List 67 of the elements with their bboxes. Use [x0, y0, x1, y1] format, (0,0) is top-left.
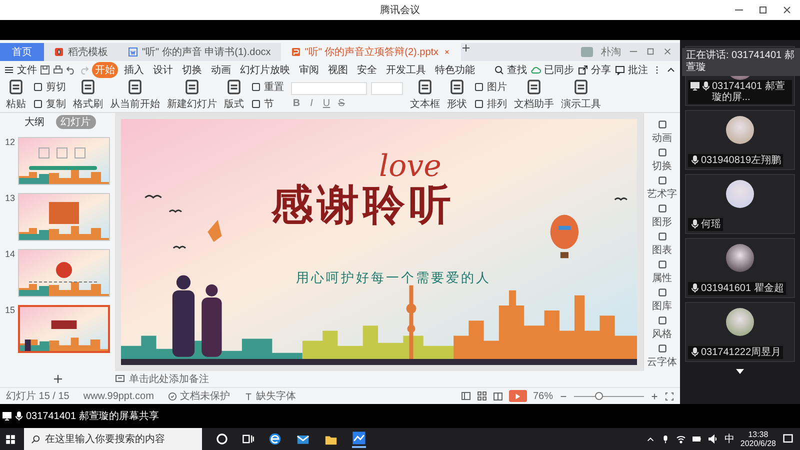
panel-tab[interactable]: 大纲: [20, 115, 50, 130]
slide-number: 13: [5, 193, 15, 204]
share-label: 031741401 郝萱璇的屏幕共享: [26, 410, 159, 423]
notes-placeholder[interactable]: 单击此处添加备注: [129, 372, 209, 386]
ribbon-button[interactable]: 复制: [33, 96, 66, 111]
side-tool-button[interactable]: 图形: [652, 203, 672, 230]
ribbon-tab[interactable]: 设计: [150, 62, 176, 78]
ribbon-tab[interactable]: 特色功能: [432, 62, 478, 78]
ribbon-button[interactable]: 图片: [474, 80, 507, 94]
ribbon-button[interactable]: 剪切: [33, 80, 66, 94]
ribbon-button[interactable]: 版式: [224, 79, 244, 112]
slide-number: 14: [5, 249, 15, 260]
side-tool-button[interactable]: 云字体: [647, 343, 677, 370]
document-tab[interactable]: 首页: [0, 43, 44, 61]
side-tool-button[interactable]: 属性: [652, 259, 672, 286]
ribbon-tab[interactable]: 安全: [354, 62, 380, 78]
status-button[interactable]: 文档未保护: [168, 389, 230, 404]
input-method-indicator[interactable]: 中: [724, 432, 734, 446]
template-source: www.99ppt.com: [83, 390, 154, 402]
clock-date[interactable]: 2020/6/28: [740, 439, 776, 448]
ribbon-button[interactable]: 新建幻灯片: [167, 79, 217, 112]
toolbar-button[interactable]: 查找: [494, 62, 527, 77]
ribbon-button[interactable]: 形状: [447, 79, 467, 112]
status-button[interactable]: 缺失字体: [244, 389, 296, 404]
ribbon-button[interactable]: 文本框: [410, 79, 440, 112]
ribbon-button[interactable]: 格式刷: [73, 79, 103, 112]
slide-number: 15: [5, 305, 15, 316]
document-tab[interactable]: 稻壳模板: [44, 43, 118, 61]
ribbon-button[interactable]: 排列: [474, 96, 507, 111]
side-tool-button[interactable]: 动画: [652, 119, 672, 146]
ribbon-tab[interactable]: 审阅: [296, 62, 322, 78]
ribbon-tab[interactable]: 视图: [325, 62, 351, 78]
side-tool-button[interactable]: 艺术字: [647, 175, 677, 202]
ribbon-button[interactable]: 文档助手: [514, 79, 554, 112]
ribbon-button[interactable]: 重置: [251, 80, 284, 94]
toolbar-button[interactable]: 已同步: [531, 62, 574, 77]
ribbon-tab[interactable]: 插入: [121, 62, 147, 78]
toolbar-button[interactable]: 批注: [615, 62, 648, 77]
ribbon-tab[interactable]: 切换: [179, 62, 205, 78]
document-tab[interactable]: "听" 你的声音 申请书(1).docx: [118, 43, 281, 61]
slide-number: 12: [5, 137, 15, 148]
ribbon-tab[interactable]: 开发工具: [383, 62, 429, 78]
side-tool-button[interactable]: 图库: [652, 287, 672, 314]
participant-name: 031741222周昱月: [701, 347, 782, 358]
ribbon-button[interactable]: 演示工具: [561, 79, 601, 112]
window-title: 腾讯会议: [380, 4, 420, 17]
ribbon-tab[interactable]: 动画: [208, 62, 234, 78]
ribbon-button[interactable]: 粘贴: [6, 79, 26, 112]
search-field[interactable]: 在这里输入你要搜索的内容: [24, 428, 202, 450]
toolbar-button[interactable]: 分享: [578, 62, 611, 77]
slide-count: 幻灯片 15 / 15: [6, 390, 70, 404]
side-tool-button[interactable]: 风格: [652, 315, 672, 342]
side-tool-button[interactable]: 切换: [652, 147, 672, 174]
file-menu[interactable]: 文件: [4, 62, 37, 77]
user-name[interactable]: 朴淘: [601, 44, 621, 59]
document-tab[interactable]: "听" 你的声音立项答辩(2).pptx: [280, 43, 461, 61]
participant-name: 何瑶: [701, 219, 721, 230]
side-tool-button[interactable]: 图表: [652, 231, 672, 258]
slide-subtitle: 用心呵护好每一个需要爱的人: [296, 269, 491, 288]
ribbon-tab[interactable]: 幻灯片放映: [237, 62, 293, 78]
clock-time[interactable]: 13:38: [748, 430, 768, 439]
ribbon-button[interactable]: 从当前开始: [110, 79, 160, 112]
ribbon-button[interactable]: 节: [251, 96, 284, 111]
participant-name: 031741401 郝萱璇的屏...: [712, 81, 786, 103]
participant-name: 031940819左翔鹏: [701, 155, 782, 166]
participant-name: 031941601 瞿金超: [701, 283, 784, 294]
zoom-percentage[interactable]: 76%: [532, 390, 553, 402]
